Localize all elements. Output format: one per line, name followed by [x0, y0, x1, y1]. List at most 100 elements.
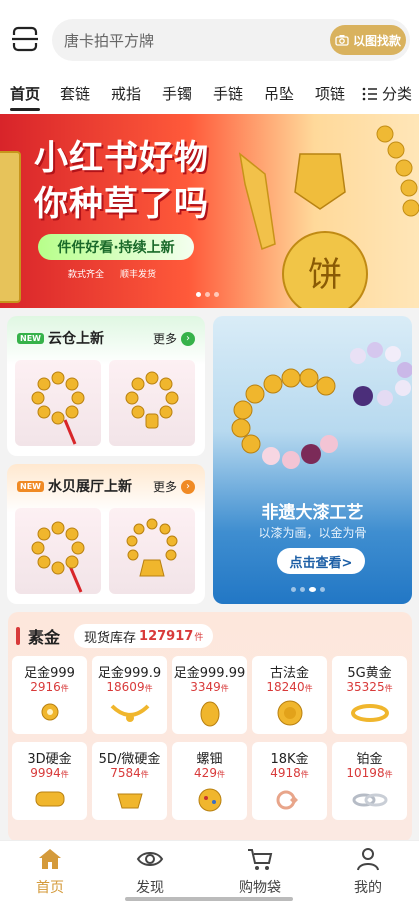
more-label: 更多 — [152, 332, 177, 346]
nav-discover-label: 发现 — [136, 880, 164, 896]
plain-gold-section: 素金 现货库存 127917 件 足金999 2916件 足金999.9 18609件… — [8, 612, 412, 842]
gold-category-count: 18240件 — [266, 680, 313, 694]
gold-product-thumbnail — [352, 793, 387, 807]
beaded-bracelet-graphic — [231, 342, 412, 469]
gold-category-count: 429件 — [194, 766, 225, 780]
new-badge: NEW — [17, 480, 44, 492]
showroom-card[interactable]: NEW 水贝展厅上新 更多 › — [7, 464, 205, 604]
gold-product-thumbnail — [200, 701, 219, 727]
search-placeholder: 唐卡拍平方牌 — [64, 32, 155, 50]
nav-profile-label: 我的 — [354, 880, 382, 896]
heritage-title: 非遗大漆工艺 — [261, 503, 364, 523]
chevron-right-icon: › — [181, 331, 195, 346]
nav-cart-label: 购物袋 — [239, 880, 281, 896]
gold-category-name: 螺钿 — [196, 752, 223, 767]
product-thumbnail[interactable] — [15, 360, 101, 446]
photo-search-button[interactable]: 以图找款 — [330, 25, 406, 55]
gold-category-count: 3349件 — [190, 680, 229, 694]
category-menu-button[interactable]: 分类 — [362, 83, 412, 104]
gold-category-count: 9994件 — [30, 766, 69, 780]
eye-icon — [136, 852, 164, 866]
more-label: 更多 — [152, 480, 177, 494]
product-thumbnail[interactable] — [109, 508, 195, 594]
nav-home[interactable]: 首页 — [10, 847, 90, 897]
gold-category-cell[interactable]: 螺钿 429件 — [172, 742, 247, 820]
tab-home[interactable]: 首页 — [10, 83, 40, 104]
gold-category-name: 3D硬金 — [27, 752, 72, 767]
plain-gold-title: 素金 — [28, 628, 61, 647]
heritage-carousel-dots — [291, 587, 325, 592]
banner-tag-styles: 款式齐全 — [68, 270, 105, 280]
gold-category-cell[interactable]: 古法金 18240件 — [252, 656, 327, 734]
user-icon — [357, 848, 379, 871]
bottom-navigation: 首页 发现 购物袋 我的 — [0, 840, 419, 903]
tab-bracelets[interactable]: 手链 — [213, 83, 243, 104]
gold-category-name: 5G黄金 — [347, 666, 392, 681]
gold-category-count: 2916件 — [30, 680, 69, 694]
tab-necklaces[interactable]: 项链 — [315, 83, 345, 104]
gold-category-name: 足金999.9 — [97, 666, 162, 681]
page-root: 唐卡拍平方牌 以图找款 首页 套链 戒指 手镯 手链 吊坠 项链 分类 饼 小红… — [0, 0, 419, 903]
cloud-warehouse-more-link[interactable]: 更多 › — [153, 330, 195, 347]
cloud-warehouse-header: NEW 云仓上新 — [17, 328, 104, 348]
gold-category-cell[interactable]: 18K金 4918件 — [252, 742, 327, 820]
list-icon — [362, 87, 377, 100]
gold-category-count: 4918件 — [270, 766, 309, 780]
gold-category-cell[interactable]: 5D/微硬金 7584件 — [92, 742, 167, 820]
search-input[interactable]: 唐卡拍平方牌 以图找款 — [52, 19, 410, 61]
gold-product-thumbnail — [350, 704, 389, 722]
search-header: 唐卡拍平方牌 以图找款 — [0, 0, 419, 78]
cloud-warehouse-title: 云仓上新 — [47, 331, 104, 347]
heritage-lacquer-banner[interactable]: 非遗大漆工艺 以漆为画，以金为骨 点击查看> — [213, 316, 412, 604]
gold-product-thumbnail — [277, 700, 302, 726]
gold-category-cell[interactable]: 3D硬金 9994件 — [12, 742, 87, 820]
stock-label: 现货库存 — [84, 630, 137, 646]
tab-bangles[interactable]: 手镯 — [162, 83, 192, 104]
category-menu-label: 分类 — [382, 85, 413, 103]
gold-category-cell[interactable]: 足金999 2916件 — [12, 656, 87, 734]
nav-profile[interactable]: 我的 — [328, 847, 408, 897]
gold-product-thumbnail — [198, 788, 221, 812]
view-details-button[interactable]: 点击查看> — [277, 548, 365, 574]
gold-category-cell[interactable]: 足金999.9 18609件 — [92, 656, 167, 734]
nav-cart[interactable]: 购物袋 — [220, 847, 300, 897]
nav-home-label: 首页 — [36, 880, 64, 896]
tab-necklace-set[interactable]: 套链 — [60, 83, 90, 104]
product-thumbnail[interactable] — [109, 360, 195, 446]
nav-discover[interactable]: 发现 — [110, 847, 190, 897]
gold-category-name: 18K金 — [270, 752, 309, 767]
home-icon — [39, 849, 61, 869]
gold-category-count: 35325件 — [346, 680, 393, 694]
stock-unit: 件 — [194, 632, 204, 643]
gold-category-count: 7584件 — [110, 766, 149, 780]
gold-category-name: 铂金 — [356, 752, 383, 767]
stock-summary: 现货库存 127917 件 — [74, 624, 214, 648]
tab-rings[interactable]: 戒指 — [111, 83, 141, 104]
chevron-right-icon: › — [181, 479, 195, 494]
active-tab-indicator — [10, 108, 40, 111]
gold-category-count: 10198件 — [346, 766, 393, 780]
gold-product-thumbnail — [276, 790, 298, 810]
category-tabs: 首页 套链 戒指 手镯 手链 吊坠 项链 分类 — [0, 78, 419, 114]
photo-search-label: 以图找款 — [352, 33, 401, 48]
showroom-more-link[interactable]: 更多 › — [153, 478, 195, 495]
banner-title-line2: 你种草了吗 — [34, 184, 209, 224]
cloud-warehouse-card[interactable]: NEW 云仓上新 更多 › — [7, 316, 205, 456]
promo-banner[interactable]: 饼 小红书好物 你种草了吗 件件好看·持续上新 款式齐全 顺丰发货 — [0, 114, 419, 308]
cart-icon — [248, 849, 273, 870]
gold-category-name: 足金999 — [24, 666, 75, 681]
scan-icon[interactable] — [10, 24, 40, 54]
product-thumbnail[interactable] — [15, 508, 101, 594]
heritage-subtitle: 以漆为画，以金为骨 — [258, 526, 367, 540]
banner-title-line1: 小红书好物 — [34, 138, 209, 178]
svg-text:饼: 饼 — [308, 255, 342, 295]
gold-category-name: 古法金 — [269, 666, 309, 681]
camera-icon — [335, 35, 349, 46]
gold-product-thumbnail — [41, 703, 58, 721]
gold-category-name: 5D/微硬金 — [98, 752, 161, 767]
gold-category-cell[interactable]: 铂金 10198件 — [332, 742, 407, 820]
gold-product-thumbnail — [116, 793, 143, 809]
tab-pendants[interactable]: 吊坠 — [264, 83, 294, 104]
gold-category-cell[interactable]: 足金999.99 3349件 — [172, 656, 247, 734]
gold-category-cell[interactable]: 5G黄金 35325件 — [332, 656, 407, 734]
